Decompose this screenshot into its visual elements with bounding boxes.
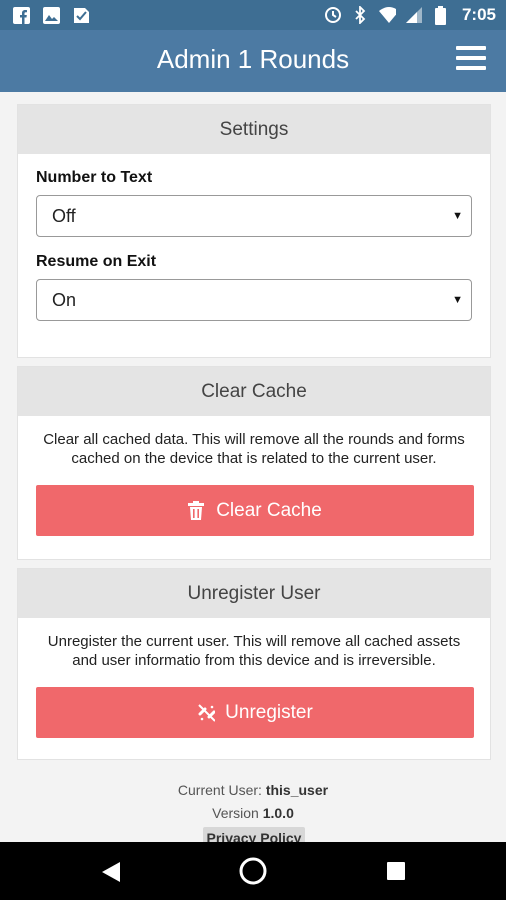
dropdown-caret-icon: ▼ [452,294,463,306]
version-value: 1.0.0 [262,805,294,821]
trash-icon [188,500,206,521]
page-title: Admin 1 Rounds [156,44,350,74]
number-to-text-select[interactable]: Off ▼ [36,195,472,237]
status-bar: 7:05 [0,0,506,30]
number-to-text-label: Number to Text [36,169,153,186]
unlink-icon [197,703,216,723]
clock-time: 7:05 [461,5,496,24]
unregister-button-label: Unregister [225,701,313,723]
current-user-label: Current User: [177,782,262,798]
battery-icon [432,5,450,25]
version-label: Version [212,805,259,821]
clear-cache-button-label: Clear Cache [216,499,322,521]
home-icon[interactable] [239,857,267,890]
settings-card: Settings Number to Text Off ▼ Resume on … [17,104,491,358]
check-icon [72,6,90,24]
resume-on-exit-value: On [52,290,77,310]
wifi-icon [378,6,396,24]
clear-cache-button[interactable]: Clear Cache [36,485,474,536]
unregister-header: Unregister User [18,569,490,618]
image-icon [42,6,60,24]
navigation-bar [0,842,506,900]
unregister-card: Unregister User Unregister the current u… [17,568,491,760]
version-line: Version 1.0.0 [0,805,506,821]
sync-icon [324,6,342,24]
resume-on-exit-label: Resume on Exit [36,253,157,270]
clear-cache-description: Clear all cached data. This will remove … [43,431,465,467]
unregister-button[interactable]: Unregister [36,687,474,738]
app-bar: Admin 1 Rounds [0,30,506,92]
dropdown-caret-icon: ▼ [452,210,463,222]
recents-icon[interactable] [386,861,406,886]
current-user-line: Current User: this_user [0,782,506,798]
current-user-value: this_user [265,782,329,798]
signal-icon [405,6,423,24]
facebook-icon [12,6,30,24]
number-to-text-value: Off [52,206,76,226]
resume-on-exit-select[interactable]: On ▼ [36,279,472,321]
settings-header: Settings [18,105,490,154]
unregister-description: Unregister the current user. This will r… [47,633,461,669]
back-icon[interactable] [100,860,122,889]
clear-cache-card: Clear Cache Clear all cached data. This … [17,366,491,560]
clear-cache-header: Clear Cache [18,367,490,416]
bluetooth-icon [351,6,369,24]
hamburger-menu-icon[interactable] [456,46,486,72]
